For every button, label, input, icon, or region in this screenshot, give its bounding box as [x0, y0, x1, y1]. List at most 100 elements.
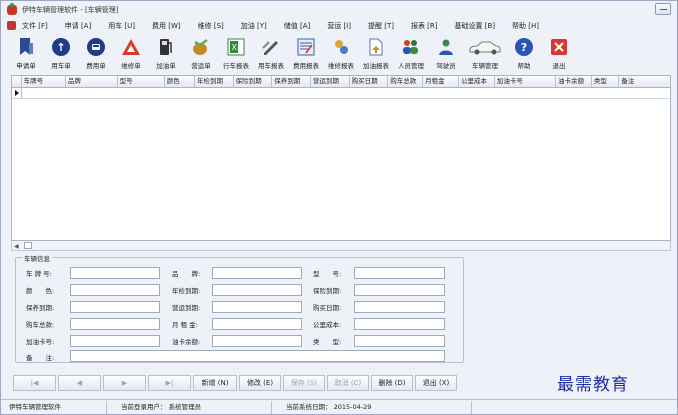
remarks-input[interactable] — [70, 350, 445, 362]
toolbar-apply-button[interactable]: 申请单 — [9, 34, 43, 74]
column-header[interactable]: 营运到期 — [311, 76, 350, 87]
card-balance-label: 油卡余额: — [172, 338, 201, 346]
status-app-name: 伊特车辆管理软件 — [1, 400, 107, 414]
toolbar-driver-button[interactable]: 驾驶员 — [429, 34, 463, 74]
delete-button[interactable]: 删除 (D) — [371, 375, 413, 391]
scroll-left-icon[interactable]: ◀ — [14, 243, 19, 250]
column-header[interactable]: 类型 — [592, 76, 620, 87]
card-balance-input[interactable] — [212, 335, 302, 347]
menu-file[interactable]: 文件 [F] — [22, 21, 48, 31]
column-header[interactable]: 公里成本 — [459, 76, 495, 87]
menu-usecar[interactable]: 用车 [U] — [108, 21, 135, 31]
status-bar: 伊特车辆管理软件 当前登录用户： 系统管理员 当前系统日期： 2015-04-2… — [1, 399, 677, 414]
column-header[interactable]: 月租金 — [423, 76, 459, 87]
column-header[interactable]: 型号 — [118, 76, 165, 87]
purchase-date-input[interactable] — [354, 301, 445, 313]
toolbar-repair-report-button[interactable]: 维修报表 — [324, 34, 358, 74]
column-header[interactable]: 加油卡号 — [495, 76, 556, 87]
column-header[interactable]: 保养到期 — [272, 76, 311, 87]
monthly-rent-input[interactable] — [212, 318, 302, 330]
operation-due-input[interactable] — [212, 301, 302, 313]
km-cost-label: 公里成本: — [313, 321, 342, 329]
operation-due-label: 营运到期: — [172, 304, 201, 312]
scroll-thumb[interactable] — [24, 242, 32, 249]
total-price-input[interactable] — [70, 318, 160, 330]
inspection-due-input[interactable] — [212, 284, 302, 296]
brand-input[interactable] — [212, 267, 302, 279]
current-row-indicator — [12, 88, 22, 98]
edit-button[interactable]: 修改 (E) — [239, 375, 281, 391]
type-input[interactable] — [354, 335, 445, 347]
toolbar-help-button[interactable]: ? 帮助 — [507, 34, 541, 74]
toolbar-expense-button[interactable]: 费用单 — [79, 34, 113, 74]
plate-label: 车 牌 号: — [26, 270, 52, 278]
total-price-label: 购车总款: — [26, 321, 55, 329]
plate-input[interactable] — [70, 267, 160, 279]
insurance-due-input[interactable] — [354, 284, 445, 296]
km-cost-input[interactable] — [354, 318, 445, 330]
save-button[interactable]: 保存 (S) — [283, 375, 325, 391]
column-header[interactable]: 备注 — [619, 76, 670, 87]
fuel-card-input[interactable] — [70, 335, 160, 347]
menu-expense[interactable]: 费用 [W] — [152, 21, 181, 31]
column-header[interactable]: 品牌 — [66, 76, 118, 87]
model-input[interactable] — [354, 267, 445, 279]
toolbar-fuel-report-button[interactable]: 加油报表 — [359, 34, 393, 74]
toolbar-repair-button[interactable]: 维修单 — [114, 34, 148, 74]
column-header[interactable]: 颜色 — [165, 76, 195, 87]
fuel-card-label: 加油卡号: — [26, 338, 55, 346]
column-header[interactable]: 保险到期 — [234, 76, 273, 87]
menu-repair[interactable]: 维修 [S] — [198, 21, 224, 31]
up-arrow-icon: ↑ — [51, 37, 71, 57]
money-bag-icon — [191, 37, 211, 57]
menu-help[interactable]: 帮助 [H] — [512, 21, 539, 31]
vehicle-info-group: 车辆信息 车 牌 号: 品 牌: 型 号: 颜 色: 年检到期: 保险到期: 保… — [15, 253, 464, 363]
table-row[interactable] — [12, 88, 670, 99]
color-input[interactable] — [70, 284, 160, 296]
horizontal-scrollbar[interactable]: ◀ — [11, 241, 671, 251]
exit-close-icon — [549, 37, 569, 57]
menu-stored-value[interactable]: 储值 [A] — [284, 21, 310, 31]
menu-basic-settings[interactable]: 基础设置 [B] — [455, 21, 496, 31]
toolbar-personnel-button[interactable]: 人员管理 — [394, 34, 428, 74]
exit-button[interactable]: 退出 (X) — [415, 375, 457, 391]
column-header[interactable]: 购买日期 — [350, 76, 389, 87]
brand-label: 品 牌: — [172, 270, 201, 278]
minimize-button[interactable] — [655, 3, 671, 15]
add-button[interactable]: 新增 (N) — [193, 375, 237, 391]
menu-reports[interactable]: 报表 [R] — [411, 21, 438, 31]
toolbar: 申请单 ↑ 用车单 费用单 维修单 加油单 营运单 X 行车报表 用车报表 费用… — [1, 34, 677, 74]
color-label: 颜 色: — [26, 287, 55, 295]
cancel-button[interactable]: 取消 (C) — [327, 375, 369, 391]
maintenance-due-input[interactable] — [70, 301, 160, 313]
monthly-rent-label: 月 租 金: — [172, 321, 198, 329]
column-header[interactable]: 油卡余额 — [556, 76, 592, 87]
toolbar-usecar-report-button[interactable]: 用车报表 — [254, 34, 288, 74]
menu-app-icon[interactable] — [7, 21, 16, 30]
menu-fuel[interactable]: 加油 [Y] — [241, 21, 267, 31]
remarks-label: 备 注: — [26, 354, 55, 362]
next-record-button[interactable]: ▶ — [103, 375, 146, 391]
row-indicator-header — [12, 76, 22, 87]
toolbar-operation-button[interactable]: 营运单 — [184, 34, 218, 74]
menu-reminder[interactable]: 提醒 [T] — [368, 21, 394, 31]
first-record-button[interactable]: |◀ — [13, 375, 56, 391]
toolbar-driving-report-button[interactable]: X 行车报表 — [219, 34, 253, 74]
table-header: 车牌号 品牌 型号 颜色 年检到期 保险到期 保养到期 营运到期 购买日期 购车… — [12, 76, 670, 88]
vehicle-table[interactable]: 车牌号 品牌 型号 颜色 年检到期 保险到期 保养到期 营运到期 购买日期 购车… — [11, 75, 671, 241]
column-header[interactable]: 购车总款 — [388, 76, 424, 87]
model-label: 型 号: — [313, 270, 342, 278]
menu-operation[interactable]: 营运 [I] — [327, 21, 351, 31]
type-label: 类 型: — [313, 338, 342, 346]
toolbar-usecar-button[interactable]: ↑ 用车单 — [44, 34, 78, 74]
menu-apply[interactable]: 申请 [A] — [65, 21, 91, 31]
prev-record-button[interactable]: ◀ — [58, 375, 101, 391]
last-record-button[interactable]: ▶| — [148, 375, 191, 391]
column-header[interactable]: 车牌号 — [22, 76, 66, 87]
toolbar-exit-button[interactable]: 退出 — [542, 34, 576, 74]
column-header[interactable]: 年检到期 — [195, 76, 234, 87]
toolbar-fuel-button[interactable]: 加油单 — [149, 34, 183, 74]
toolbar-vehicle-button[interactable]: 车辆管理 — [464, 34, 506, 74]
toolbar-expense-report-button[interactable]: 费用报表 — [289, 34, 323, 74]
inspection-due-label: 年检到期: — [172, 287, 201, 295]
